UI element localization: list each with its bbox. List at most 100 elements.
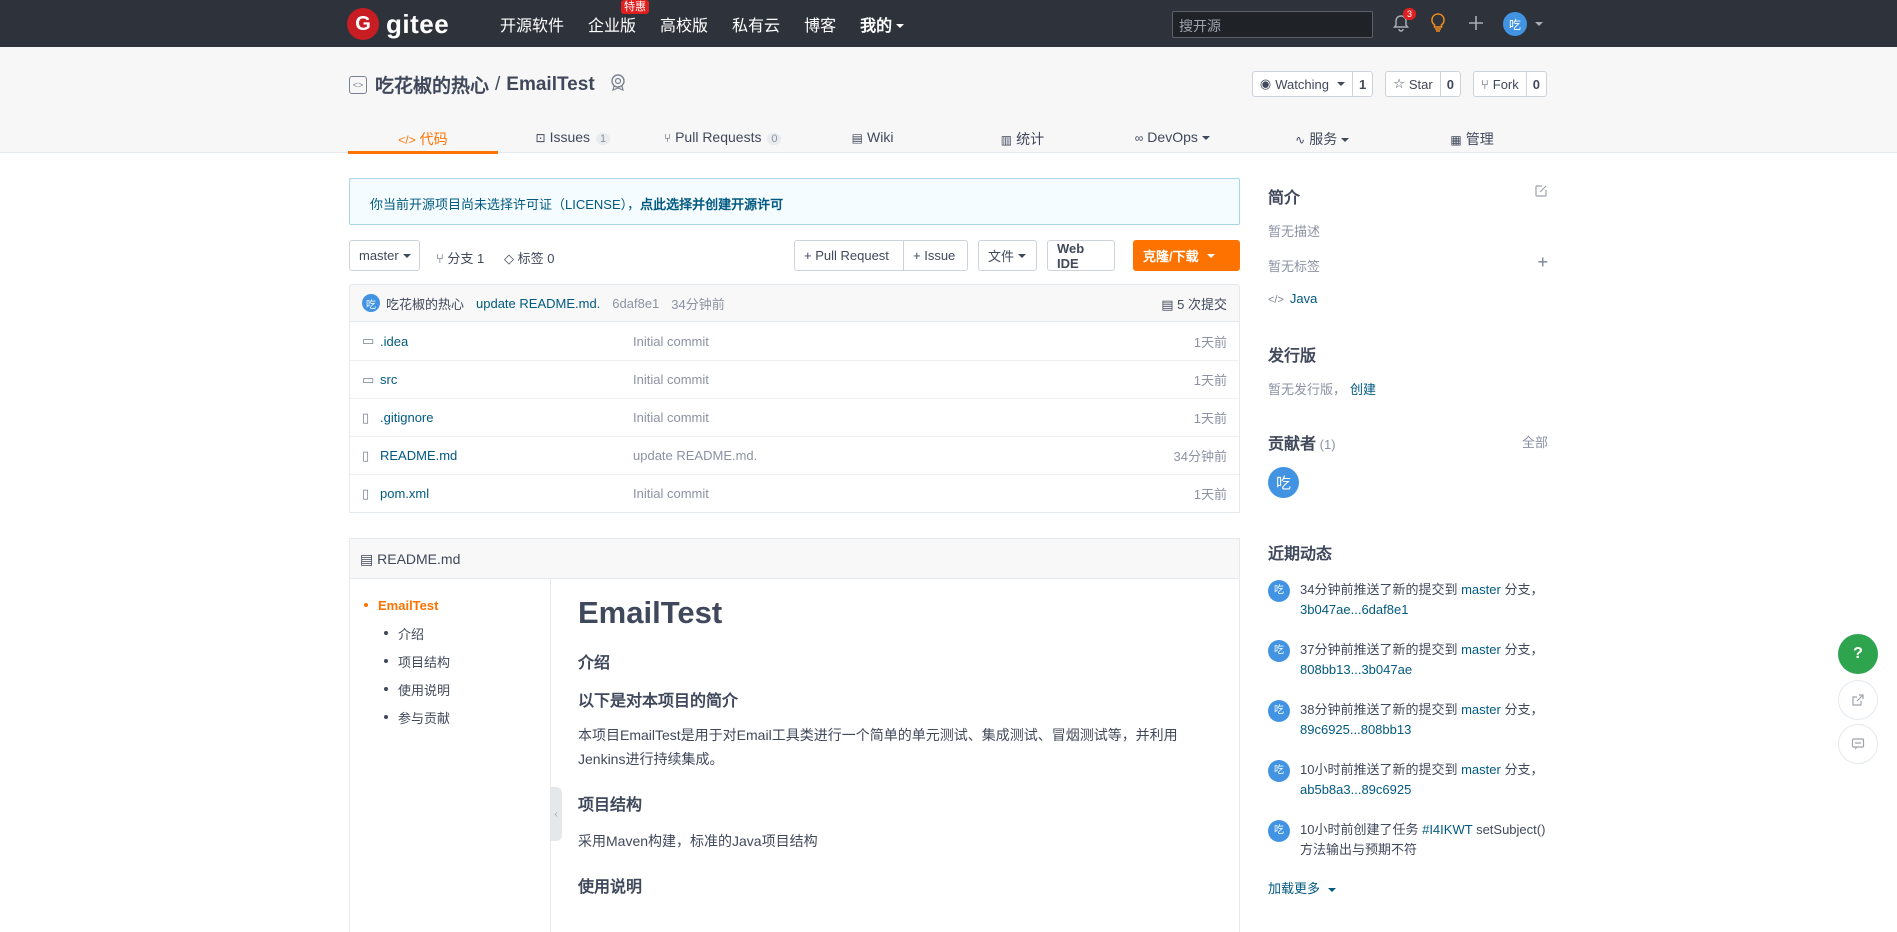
commit-author[interactable]: 吃花椒的热心 <box>386 294 464 313</box>
toc-item[interactable]: 介绍 <box>350 619 550 647</box>
file-menu-label: 文件 <box>988 249 1015 264</box>
web-ide-button[interactable]: Web IDE <box>1047 240 1115 271</box>
file-link[interactable]: ▯ README.md <box>362 448 457 464</box>
file-name: pom.xml <box>380 486 430 501</box>
project-owner-link[interactable]: 吃花椒的热心 <box>375 71 489 98</box>
commit-hash[interactable]: 6daf8e1 <box>612 296 659 311</box>
star-count[interactable]: 0 <box>1441 77 1460 92</box>
language-link[interactable]: Java <box>1290 291 1317 306</box>
activity-avatar[interactable]: 吃 <box>1268 760 1290 782</box>
tab-issues[interactable]: ⊡ Issues 1 <box>498 115 648 153</box>
toc-item[interactable]: 使用说明 <box>350 675 550 703</box>
activity-branch-link[interactable]: master <box>1461 702 1501 717</box>
chevron-down-icon <box>1328 887 1337 892</box>
edit-icon[interactable] <box>1534 184 1548 201</box>
commit-message[interactable]: update README.md. <box>476 296 600 311</box>
clone-download-button[interactable]: 克隆/下载 <box>1133 240 1240 271</box>
tab-services[interactable]: ∿ 服务 <box>1247 115 1397 153</box>
activity-branch-link[interactable]: master <box>1461 582 1501 597</box>
gitee-logo[interactable]: G gitee <box>347 8 449 40</box>
task-link[interactable]: #I4IKWT <box>1422 822 1472 837</box>
nav-open-source[interactable]: 开源软件 <box>500 12 564 36</box>
language-row: </> Java <box>1268 291 1317 306</box>
toc-item[interactable]: 项目结构 <box>350 647 550 675</box>
toc-bullet <box>364 603 368 607</box>
commit-count-link[interactable]: ▤ 5 次提交 <box>1161 294 1227 313</box>
file-commit-message[interactable]: Initial commit <box>633 334 709 349</box>
fork-count[interactable]: 0 <box>1527 77 1546 92</box>
contributor-avatar[interactable]: 吃 <box>1268 467 1299 498</box>
star-button[interactable]: ☆ Star 0 <box>1385 71 1461 97</box>
watch-button[interactable]: ◉ Watching 1 <box>1251 71 1374 97</box>
lightbulb-icon[interactable] <box>1427 12 1449 34</box>
project-actions: ◉ Watching 1 ☆ Star 0 ⑂ Fork 0 <box>1240 71 1547 97</box>
pull-request-icon: ⑂ <box>663 131 672 145</box>
activity-branch-link[interactable]: master <box>1461 762 1501 777</box>
toc-label: 参与贡献 <box>398 710 451 726</box>
add-tag-icon[interactable]: + <box>1537 252 1548 273</box>
readme-toc: EmailTest 介绍 项目结构 使用说明 参与贡献 <box>350 579 551 932</box>
bell-icon[interactable]: 3 <box>1390 8 1416 34</box>
activity-avatar[interactable]: 吃 <box>1268 700 1290 722</box>
file-commit-message[interactable]: Initial commit <box>633 410 709 425</box>
tab-wiki[interactable]: ▤ Wiki <box>798 115 948 153</box>
project-name-link[interactable]: EmailTest <box>506 74 594 96</box>
file-icon: ▯ <box>362 447 370 463</box>
user-avatar[interactable]: 吃 <box>1503 12 1527 36</box>
commit-author-avatar[interactable]: 吃 <box>362 294 380 312</box>
tags-count: 标签 0 <box>517 251 555 266</box>
toc-item[interactable]: EmailTest <box>350 591 550 619</box>
nav-university[interactable]: 高校版 <box>660 12 708 36</box>
plus-icon[interactable] <box>1465 12 1487 34</box>
search-input[interactable]: 搜开源 <box>1172 11 1373 38</box>
comment-icon[interactable] <box>1838 724 1878 764</box>
load-more-link[interactable]: 加载更多 <box>1268 878 1337 897</box>
license-notice: 你当前开源项目尚未选择许可证（LICENSE），点此选择并创建开源许可 <box>349 178 1240 225</box>
activity-range-link[interactable]: 3b047ae...6daf8e1 <box>1300 602 1408 617</box>
tab-manage[interactable]: ▦ 管理 <box>1397 115 1547 153</box>
tab-stats[interactable]: ▥ 统计 <box>948 115 1098 153</box>
file-commit-message[interactable]: update README.md. <box>633 448 757 463</box>
watch-count[interactable]: 1 <box>1353 77 1372 92</box>
share-icon[interactable] <box>1838 680 1878 720</box>
toc-collapse-handle[interactable]: ‹ <box>550 787 562 841</box>
folder-icon: ▭ <box>362 371 375 387</box>
activity-avatar[interactable]: 吃 <box>1268 820 1290 842</box>
tab-pull-requests[interactable]: ⑂ Pull Requests 0 <box>648 115 798 153</box>
tab-devops[interactable]: ∞ DevOps <box>1097 115 1247 153</box>
activity-branch-link[interactable]: master <box>1461 642 1501 657</box>
tags-link[interactable]: ◇ 标签 0 <box>504 248 554 267</box>
nav-mine[interactable]: 我的 <box>860 12 905 36</box>
create-release-link[interactable]: 创建 <box>1350 382 1376 397</box>
activity-range-link[interactable]: 808bb13...3b047ae <box>1300 662 1412 677</box>
file-menu-button[interactable]: 文件 <box>978 240 1037 271</box>
toc-item[interactable]: 参与贡献 <box>350 703 550 731</box>
file-commit-message[interactable]: Initial commit <box>633 486 709 501</box>
nav-private-cloud[interactable]: 私有云 <box>732 12 780 36</box>
file-commit-message[interactable]: Initial commit <box>633 372 709 387</box>
activity-avatar[interactable]: 吃 <box>1268 640 1290 662</box>
tab-code[interactable]: </> 代码 <box>348 115 498 154</box>
file-link[interactable]: ▭ .idea <box>362 333 408 349</box>
nav-enterprise[interactable]: 企业版 特惠 <box>588 0 650 36</box>
toc-bullet <box>384 715 388 719</box>
all-contributors-link[interactable]: 全部 <box>1522 432 1548 451</box>
file-link[interactable]: ▯ .gitignore <box>362 410 433 426</box>
activity-range-link[interactable]: 89c6925...808bb13 <box>1300 722 1411 737</box>
recommend-badge-icon[interactable] <box>609 73 627 97</box>
activity-prefix: 34分钟前推送了新的提交到 <box>1300 582 1458 597</box>
fork-button[interactable]: ⑂ Fork 0 <box>1472 71 1547 97</box>
notification-count: 3 <box>1402 8 1416 20</box>
license-create-link[interactable]: 点此选择并创建开源许可 <box>640 197 783 212</box>
branches-link[interactable]: ⑂ 分支 1 <box>436 248 484 267</box>
chevron-down-icon[interactable] <box>1535 22 1543 26</box>
help-button[interactable]: ? <box>1838 634 1878 674</box>
file-link[interactable]: ▭ src <box>362 372 397 388</box>
activity-avatar[interactable]: 吃 <box>1268 580 1290 602</box>
branch-select[interactable]: master <box>349 240 420 271</box>
new-issue-button[interactable]: + Issue <box>903 240 968 271</box>
new-pull-request-button[interactable]: + Pull Request <box>794 240 904 271</box>
activity-range-link[interactable]: ab5b8a3...89c6925 <box>1300 782 1411 797</box>
file-link[interactable]: ▯ pom.xml <box>362 486 429 502</box>
nav-blog[interactable]: 博客 <box>804 12 836 36</box>
